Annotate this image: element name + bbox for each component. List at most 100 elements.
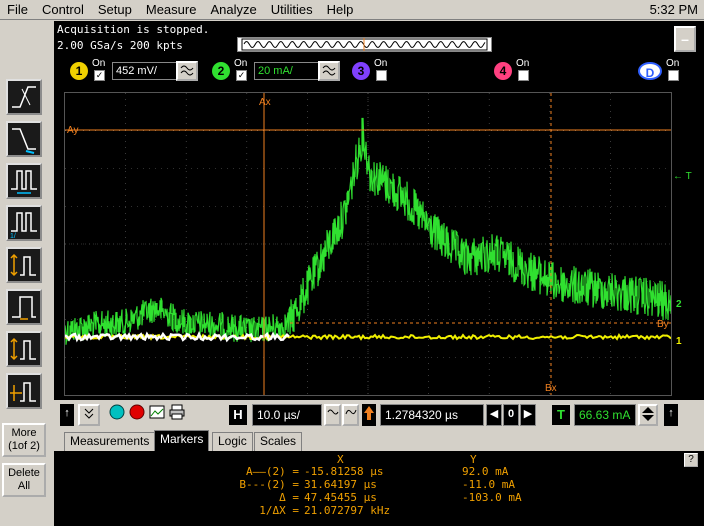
- screenshot-button[interactable]: [148, 404, 166, 426]
- marker-ax-label: Ax: [259, 97, 271, 108]
- trigger-level-spinner[interactable]: [638, 404, 658, 426]
- delay-reference-button[interactable]: [362, 404, 376, 426]
- menu-help[interactable]: Help: [320, 0, 361, 20]
- clock: 5:32 PM: [649, 2, 698, 17]
- pulse-width-icon: [11, 170, 37, 194]
- print-button[interactable]: [168, 404, 186, 426]
- help-button[interactable]: ?: [684, 453, 698, 467]
- delete-all-button[interactable]: Delete All: [2, 463, 46, 497]
- marker-delta-label: Δ =: [279, 491, 299, 504]
- channel-2-checkbox[interactable]: ✓: [236, 70, 247, 81]
- channel-3-button[interactable]: 3: [352, 62, 370, 80]
- marker-row-freq: 1/ΔX = 21.072797 kHz: [54, 504, 704, 517]
- edge-rising-trigger-button[interactable]: [6, 79, 42, 115]
- delay-zero-button[interactable]: 0: [503, 404, 519, 426]
- channel-4-button[interactable]: 4: [494, 62, 512, 80]
- marker-delta-x: 47.45455 µs: [304, 491, 377, 504]
- glitch-trigger-button[interactable]: [6, 163, 42, 199]
- marker-a-x: -15.81258 µs: [304, 465, 384, 478]
- channel-1-on-label: On: [92, 58, 106, 69]
- edge-falling-trigger-button[interactable]: [6, 121, 42, 157]
- channel-2-button[interactable]: 2: [212, 62, 230, 80]
- red-circle-icon: [129, 404, 145, 420]
- timeout-icon: [12, 296, 36, 320]
- channel-bar: 1 On ✓ 452 mV/ 2 On ✓ 20 mA/ 3 On 4 On D…: [54, 57, 704, 87]
- marker-b-x: 31.64197 µs: [304, 478, 377, 491]
- marker-ay-label: Ay: [67, 125, 79, 136]
- delay-field[interactable]: 1.2784320 µs: [380, 404, 484, 426]
- minimize-button[interactable]: –: [674, 26, 696, 52]
- tilde-icon: [180, 65, 194, 76]
- menu-file[interactable]: File: [0, 0, 35, 20]
- waveform-graticule[interactable]: Ax Ay Bx By: [64, 92, 672, 396]
- up-down-arrow-icon: [642, 407, 654, 421]
- more-button[interactable]: More (1of 2): [2, 423, 46, 457]
- tab-markers[interactable]: Markers: [154, 430, 210, 451]
- delete-all-label: Delete All: [8, 467, 40, 492]
- horizontal-label: H: [229, 405, 247, 425]
- marker-b-y: -11.0 mA: [462, 478, 515, 491]
- rising-edge-icon: [12, 86, 36, 108]
- channel-3-on-label: On: [374, 58, 388, 69]
- pattern-pulse-icon: 1/: [10, 212, 37, 239]
- scroll-up-button[interactable]: ↑: [60, 404, 74, 426]
- svg-text:1/: 1/: [10, 233, 16, 239]
- graticule-frame-right: [672, 87, 704, 397]
- autoscale-button[interactable]: [108, 404, 126, 426]
- timebase-decrease-button[interactable]: [324, 404, 341, 426]
- menu-measure[interactable]: Measure: [139, 0, 204, 20]
- waveform-overview[interactable]: [237, 37, 492, 52]
- image-icon: [149, 405, 165, 419]
- menu-analyze[interactable]: Analyze: [203, 0, 263, 20]
- stop-button[interactable]: [128, 404, 146, 426]
- menu-utilities[interactable]: Utilities: [264, 0, 320, 20]
- digital-checkbox[interactable]: [668, 70, 679, 81]
- menu-control[interactable]: Control: [35, 0, 91, 20]
- falling-edge-icon: [12, 128, 36, 154]
- tab-scales[interactable]: Scales: [254, 432, 303, 451]
- channel-4-checkbox[interactable]: [518, 70, 529, 81]
- tilde-icon: [327, 409, 338, 415]
- marker-freq-x: 21.072797 kHz: [304, 504, 391, 517]
- runt-trigger-button[interactable]: [6, 247, 42, 283]
- channel-1-checkbox[interactable]: ✓: [94, 70, 105, 81]
- scroll-up-right-button[interactable]: ↑: [664, 404, 678, 426]
- timeout-trigger-button[interactable]: [6, 289, 42, 325]
- tab-logic[interactable]: Logic: [212, 432, 253, 451]
- menu-setup[interactable]: Setup: [91, 0, 139, 20]
- setup-hold-trigger-button[interactable]: [6, 373, 42, 409]
- delay-left-button[interactable]: ◀: [486, 404, 502, 426]
- expand-button[interactable]: [78, 404, 100, 426]
- tab-measurements[interactable]: Measurements: [64, 432, 156, 451]
- waveform-display: Ax Ay Bx By: [65, 93, 671, 395]
- double-chevron-icon: [84, 408, 94, 419]
- grid: [65, 93, 671, 395]
- markers-header: X Y: [54, 453, 704, 466]
- channel-1-button[interactable]: 1: [70, 62, 88, 80]
- marker-freq-label: 1/ΔX =: [259, 504, 299, 517]
- channel-2-scale[interactable]: 20 mA/: [254, 62, 324, 80]
- pulse-width-trigger-button[interactable]: 1/: [6, 205, 42, 241]
- digital-channel-button[interactable]: D: [638, 62, 662, 80]
- runt-icon: [10, 253, 36, 277]
- channel-3-checkbox[interactable]: [376, 70, 387, 81]
- transition-trigger-button[interactable]: [6, 331, 42, 367]
- acquisition-status-bar: Acquisition is stopped. 2.00 GSa/s 200 k…: [54, 21, 704, 57]
- marker-a-y: 92.0 mA: [462, 465, 509, 478]
- channel-1-scale-spinner[interactable]: [176, 61, 198, 81]
- timebase-field[interactable]: 10.0 µs/: [252, 404, 322, 426]
- channel-1-scale[interactable]: 452 mV/: [112, 62, 182, 80]
- timebase-increase-button[interactable]: [342, 404, 359, 426]
- channel-2-ground-marker[interactable]: 2: [676, 299, 682, 310]
- marker-a-label: A——(2) =: [246, 465, 299, 478]
- trigger-level-field[interactable]: 66.63 mA: [574, 404, 636, 426]
- delay-right-button[interactable]: ▶: [520, 404, 536, 426]
- marker-bx-label: Bx: [545, 383, 557, 394]
- channel-2-scale-spinner[interactable]: [318, 61, 340, 81]
- acquisition-status: Acquisition is stopped.: [57, 23, 210, 36]
- marker-by-label: By: [657, 319, 669, 330]
- marker-row-delta: Δ = 47.45455 µs -103.0 mA: [54, 491, 704, 504]
- channel-1-ground-marker[interactable]: 1: [676, 336, 682, 347]
- trigger-level-marker[interactable]: ← T: [673, 171, 692, 182]
- trigger-label: T: [552, 405, 570, 425]
